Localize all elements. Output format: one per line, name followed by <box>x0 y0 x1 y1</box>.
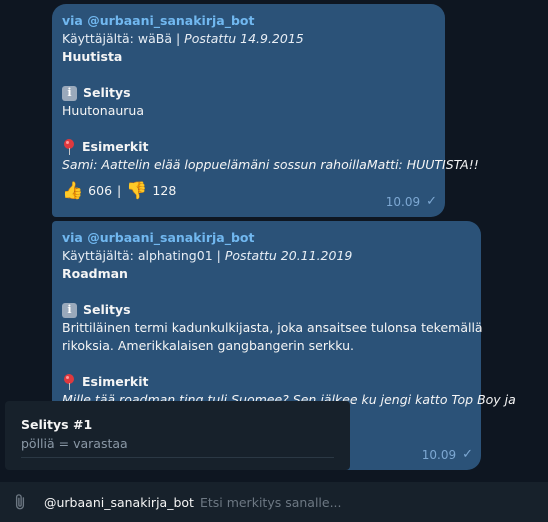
message-time: 10.09 <box>385 195 421 209</box>
paperclip-icon[interactable] <box>11 493 29 511</box>
message-input-bar: @urbaani_sanakirja_bot Etsi merkitys san… <box>0 482 548 522</box>
info-icon: i <box>62 85 77 101</box>
inline-query-placeholder[interactable]: Etsi merkitys sanalle... <box>200 495 342 510</box>
examples-header-label: Esimerkit <box>82 139 149 154</box>
via-bot-link[interactable]: via @urbaani_sanakirja_bot <box>62 12 435 30</box>
word-title: Huutista <box>62 49 123 64</box>
examples-header-label: Esimerkit <box>82 374 149 389</box>
posted-date: Postattu 20.11.2019 <box>224 248 353 263</box>
message-time: 10.09 <box>421 448 457 462</box>
definition-text-line: rikoksia. Amerikkalaisen gangbangerin se… <box>62 338 354 353</box>
info-icon: i <box>62 302 77 318</box>
result-title: Selitys #1 <box>21 417 93 432</box>
result-description: pölliä = varastaa <box>21 436 128 451</box>
author-name: wäBä <box>137 31 172 46</box>
author-line: Käyttäjältä: alphating01 | Postattu 20.1… <box>62 247 471 265</box>
message-bubble[interactable]: via @urbaani_sanakirja_bot Käyttäjältä: … <box>52 4 479 217</box>
author-label: Käyttäjältä: <box>62 248 134 263</box>
separator: | <box>175 31 181 46</box>
separator: | <box>117 183 122 198</box>
author-line: Käyttäjältä: wäBä | Postattu 14.9.2015 <box>62 30 435 48</box>
chat-area: via @urbaani_sanakirja_bot Käyttäjältä: … <box>0 0 548 482</box>
author-name: alphating01 <box>137 248 213 263</box>
thumbs-down-icon[interactable]: 👎 <box>126 182 147 200</box>
definition-text: Huutonaurua <box>62 103 145 118</box>
inline-result-popup[interactable]: Selitys #1 pölliä = varastaa <box>5 401 350 470</box>
message-meta: 10.09 ✓ <box>422 446 473 464</box>
definition-text-line: Brittiläinen termi kadunkulkijasta, joka… <box>62 320 483 335</box>
word-title: Roadman <box>62 266 128 281</box>
examples-header: Esimerkit <box>62 373 471 391</box>
divider <box>21 457 334 458</box>
example-text: Sami: Aattelin elää loppuelämäni sossun … <box>62 157 479 172</box>
posted-date: Postattu 14.9.2015 <box>184 31 304 46</box>
checkmark-icon: ✓ <box>462 447 473 462</box>
author-label: Käyttäjältä: <box>62 31 134 46</box>
definition-header: i Selitys <box>62 301 471 319</box>
message-meta: 10.09 ✓ <box>386 193 437 211</box>
dislikes-count: 128 <box>152 183 177 198</box>
message-input[interactable]: @urbaani_sanakirja_bot <box>44 495 194 510</box>
examples-header: Esimerkit <box>62 138 435 156</box>
via-bot-link[interactable]: via @urbaani_sanakirja_bot <box>62 229 471 247</box>
likes-count: 606 <box>88 183 113 198</box>
definition-header-label: Selitys <box>83 302 131 317</box>
pushpin-icon <box>62 139 76 155</box>
separator: | <box>216 248 221 263</box>
thumbs-up-icon[interactable]: 👍 <box>62 182 83 200</box>
checkmark-icon: ✓ <box>426 194 437 209</box>
definition-header: i Selitys <box>62 84 435 102</box>
definition-header-label: Selitys <box>83 85 131 100</box>
pushpin-icon <box>62 374 76 390</box>
reactions: 👍 606 | 👎 128 <box>62 182 435 200</box>
